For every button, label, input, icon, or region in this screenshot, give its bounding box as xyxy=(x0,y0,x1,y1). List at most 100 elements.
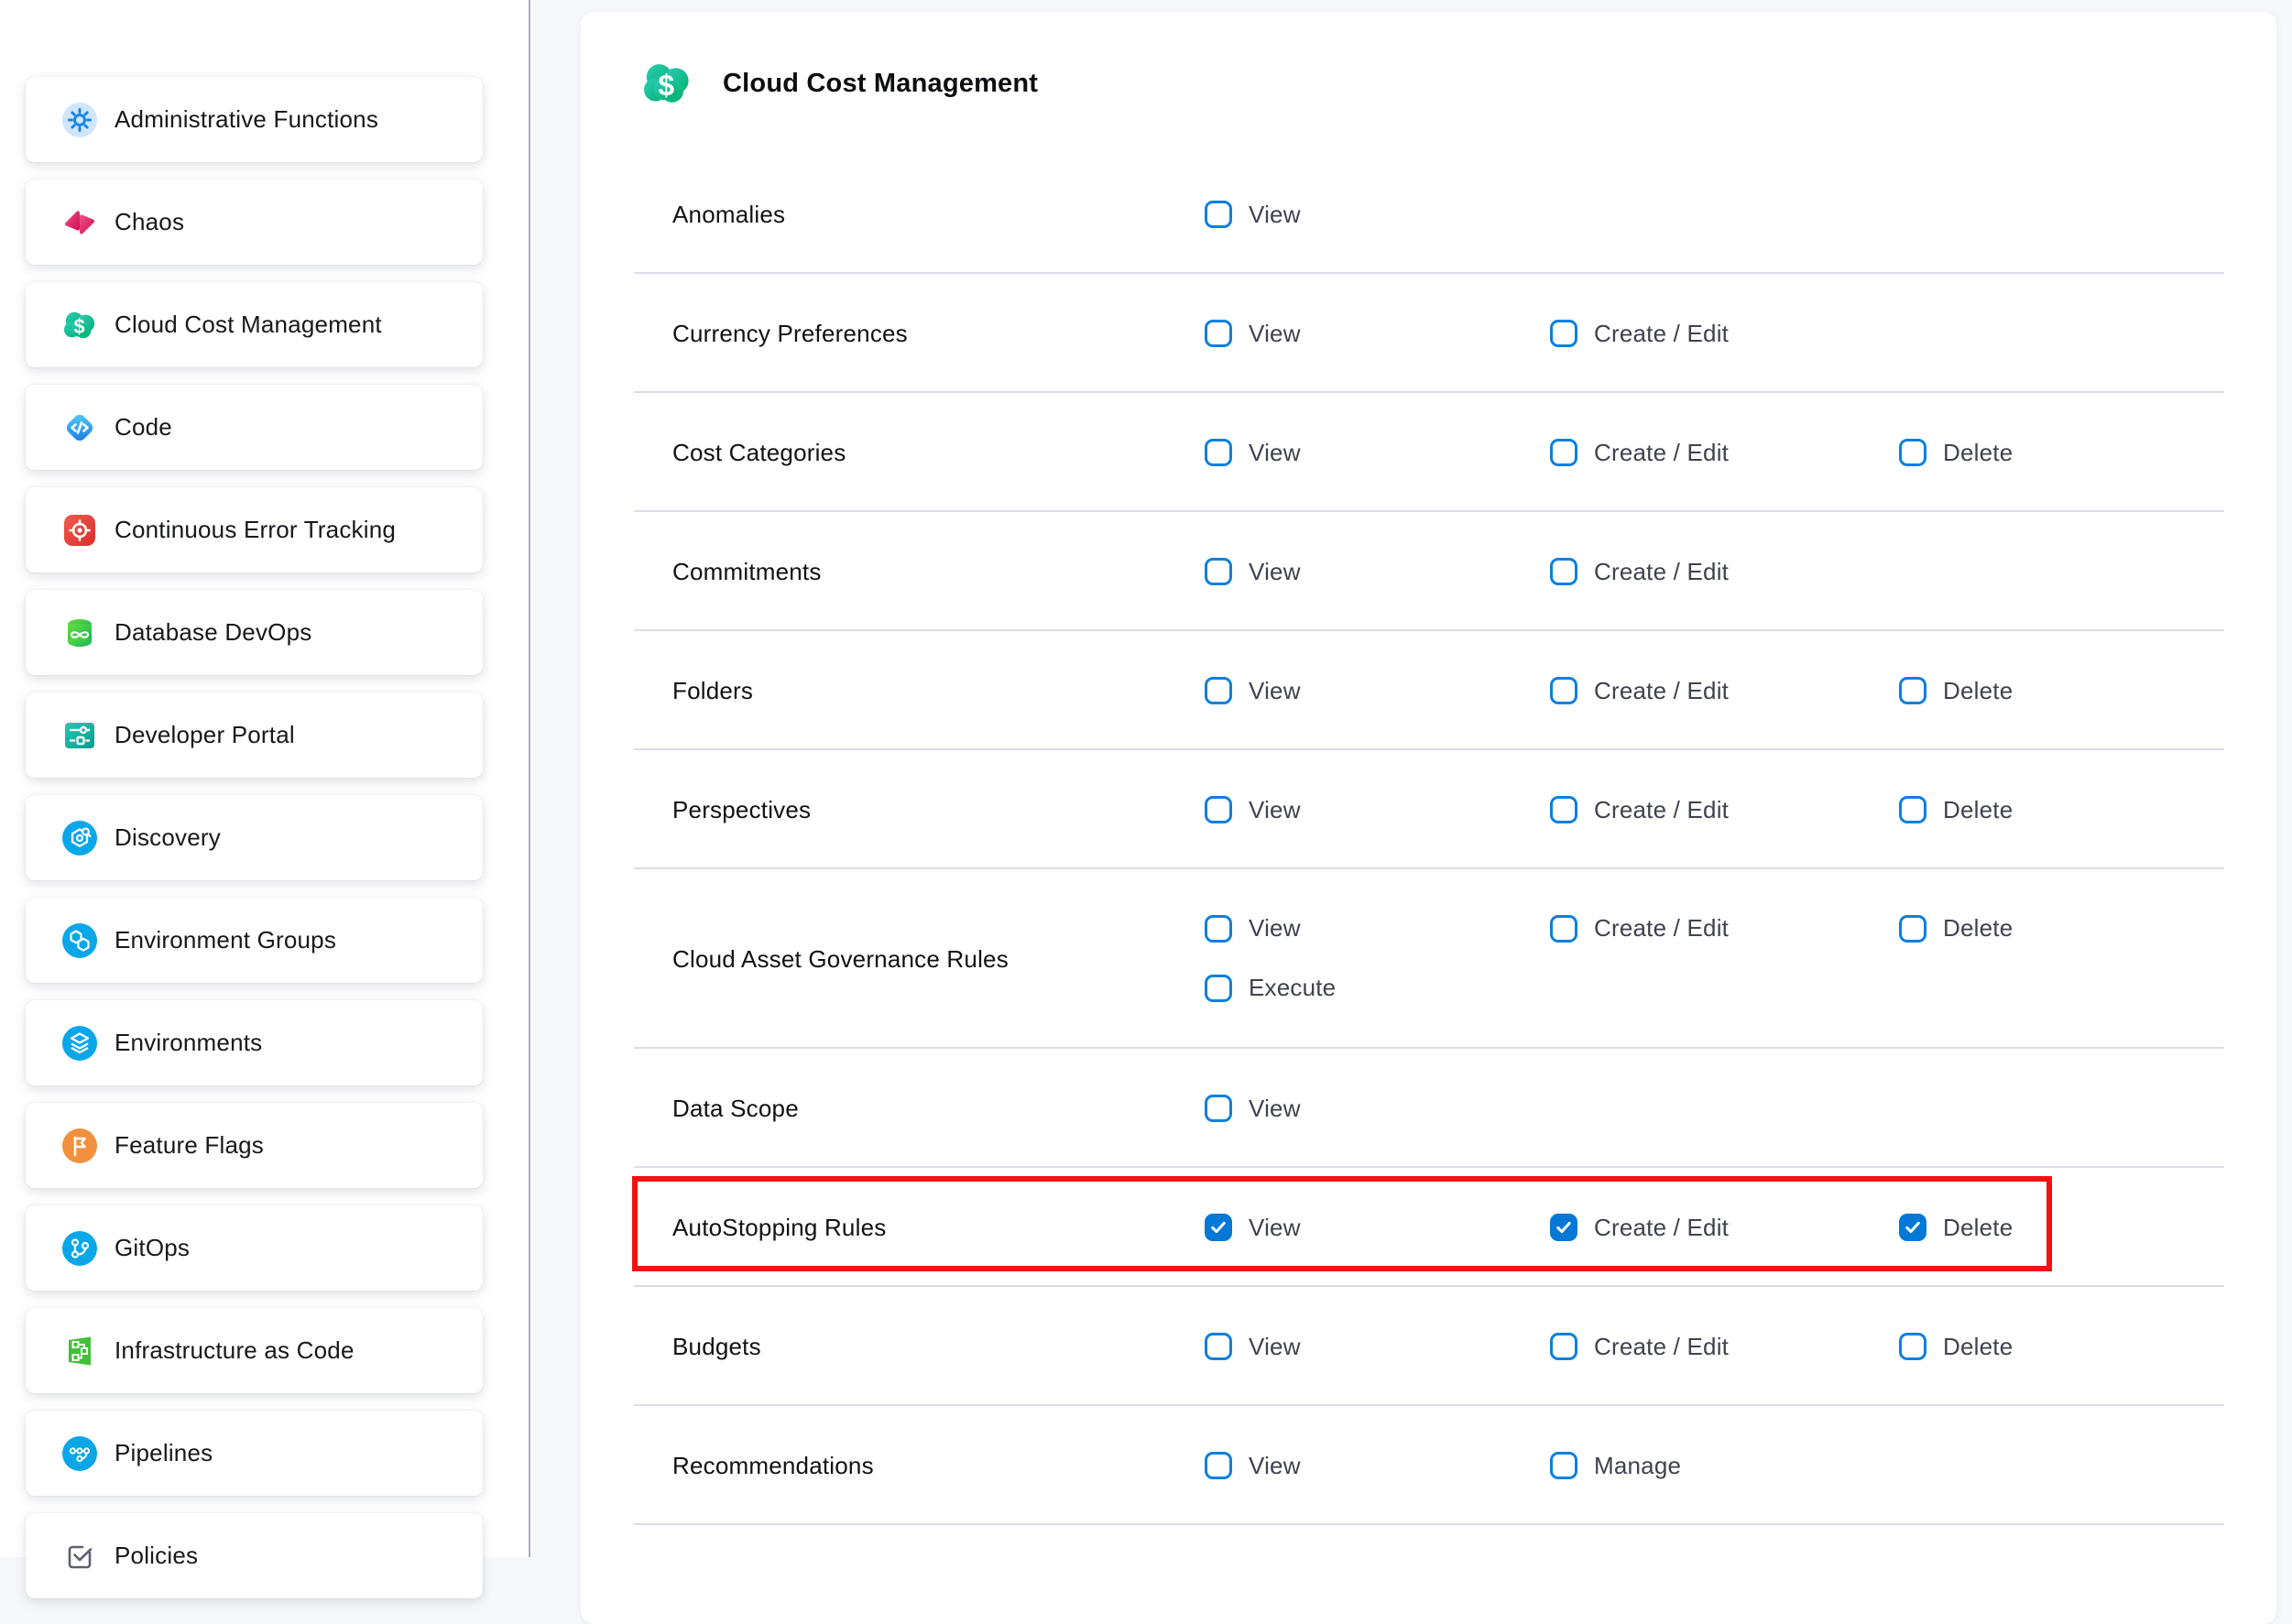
error-tracking-icon xyxy=(62,513,97,548)
view-checkbox[interactable] xyxy=(1205,320,1232,347)
delete-checkbox[interactable] xyxy=(1899,1214,1926,1241)
permission-option-create-edit: Create / Edit xyxy=(1550,1333,1899,1361)
permission-option-execute: Execute xyxy=(1205,974,1550,1002)
sidebar-item-label: GitOps xyxy=(115,1234,190,1262)
chaos-icon xyxy=(62,205,97,240)
sidebar-item-chaos[interactable]: Chaos xyxy=(26,180,483,265)
permission-col-1: View xyxy=(1205,1214,1550,1242)
view-checkbox[interactable] xyxy=(1205,796,1232,823)
permission-label: View xyxy=(1249,1452,1301,1480)
sidebar-item-database-devops[interactable]: Database DevOps xyxy=(26,590,483,675)
create-edit-checkbox[interactable] xyxy=(1550,677,1577,704)
sidebar-item-continuous-error-tracking[interactable]: Continuous Error Tracking xyxy=(26,487,483,572)
sidebar-item-discovery[interactable]: Discovery xyxy=(26,795,483,880)
permission-option-manage: Manage xyxy=(1550,1452,1899,1480)
permission-label: Delete xyxy=(1943,1333,2013,1361)
permission-option-delete: Delete xyxy=(1899,1333,2276,1361)
sidebar-item-infrastructure-as-code[interactable]: Infrastructure as Code xyxy=(26,1308,483,1393)
create-edit-checkbox[interactable] xyxy=(1550,796,1577,823)
permission-col-1: View xyxy=(1205,201,1550,229)
sidebar-item-label: Infrastructure as Code xyxy=(115,1336,355,1365)
permission-label: Create / Edit xyxy=(1594,558,1729,586)
sidebar-item-feature-flags[interactable]: Feature Flags xyxy=(26,1103,483,1188)
sidebar-item-label: Environments xyxy=(115,1029,262,1057)
resource-label: Cost Categories xyxy=(672,439,1205,467)
permission-row-currency-preferences: Currency Preferences View Create / Edit xyxy=(581,274,2276,393)
resource-label: AutoStopping Rules xyxy=(672,1214,1205,1242)
view-checkbox[interactable] xyxy=(1205,677,1232,704)
permission-label: Create / Edit xyxy=(1594,320,1729,348)
sidebar-item-label: Pipelines xyxy=(115,1439,213,1467)
sidebar-item-pipelines[interactable]: Pipelines xyxy=(26,1411,483,1496)
view-checkbox[interactable] xyxy=(1205,1333,1232,1360)
permission-row-cost-categories: Cost Categories View Create / Edit Delet… xyxy=(581,393,2276,512)
sidebar-item-policies[interactable]: Policies xyxy=(26,1513,483,1598)
execute-checkbox[interactable] xyxy=(1205,975,1232,1002)
permission-col-2: Create / Edit xyxy=(1550,1333,1899,1361)
permission-option-create-edit: Create / Edit xyxy=(1550,439,1899,467)
sidebar-item-label: Policies xyxy=(115,1542,198,1570)
permission-row-folders: Folders View Create / Edit Delete xyxy=(581,631,2276,750)
create-edit-checkbox[interactable] xyxy=(1550,558,1577,585)
view-checkbox[interactable] xyxy=(1205,201,1232,228)
permission-row-anomalies: Anomalies View xyxy=(581,155,2276,274)
feature-flags-icon xyxy=(62,1128,97,1163)
permission-label: Create / Edit xyxy=(1594,439,1729,467)
permission-col-2: Create / Edit xyxy=(1550,320,1899,348)
permission-option-delete: Delete xyxy=(1899,914,2276,943)
sidebar-item-label: Database DevOps xyxy=(115,618,311,647)
infrastructure-as-code-icon xyxy=(62,1334,97,1368)
sidebar-item-environment-groups[interactable]: Environment Groups xyxy=(26,898,483,983)
sidebar-item-gitops[interactable]: GitOps xyxy=(26,1205,483,1291)
sidebar-item-code[interactable]: Code xyxy=(26,385,483,470)
module-sidebar: Administrative Functions Chaos $ Cloud C… xyxy=(0,0,529,1557)
permission-option-view: View xyxy=(1205,1214,1550,1242)
resource-label: Data Scope xyxy=(672,1095,1205,1123)
permission-option-view: View xyxy=(1205,796,1550,824)
check-icon xyxy=(1555,1218,1573,1237)
delete-checkbox[interactable] xyxy=(1899,439,1926,466)
permission-option-view: View xyxy=(1205,558,1550,586)
view-checkbox[interactable] xyxy=(1205,439,1232,466)
permission-label: Delete xyxy=(1943,914,2013,943)
sidebar-item-cloud-cost-management[interactable]: $ Cloud Cost Management xyxy=(26,282,483,367)
delete-checkbox[interactable] xyxy=(1899,796,1926,823)
permission-col-3: Delete xyxy=(1899,869,2276,943)
permission-col-1: View xyxy=(1205,439,1550,467)
sidebar-item-environments[interactable]: Environments xyxy=(26,1000,483,1085)
check-icon xyxy=(1904,1218,1922,1237)
manage-checkbox[interactable] xyxy=(1550,1452,1577,1479)
main-panel: $ Cloud Cost Management Anomalies View C… xyxy=(530,0,2292,1557)
gear-icon xyxy=(62,103,97,137)
sidebar-item-label: Developer Portal xyxy=(115,721,295,749)
create-edit-checkbox[interactable] xyxy=(1550,1333,1577,1360)
permission-col-1: View xyxy=(1205,677,1550,705)
sidebar-item-label: Code xyxy=(115,413,172,441)
create-edit-checkbox[interactable] xyxy=(1550,439,1577,466)
create-edit-checkbox[interactable] xyxy=(1550,320,1577,347)
delete-checkbox[interactable] xyxy=(1899,677,1926,704)
create-edit-checkbox[interactable] xyxy=(1550,915,1577,943)
permission-option-delete: Delete xyxy=(1899,677,2276,705)
page-title: Cloud Cost Management xyxy=(723,69,1038,99)
sidebar-item-label: Cloud Cost Management xyxy=(115,311,382,339)
sidebar-item-developer-portal[interactable]: Developer Portal xyxy=(26,692,483,778)
view-checkbox[interactable] xyxy=(1205,915,1232,943)
permission-option-create-edit: Create / Edit xyxy=(1550,558,1899,586)
permission-label: View xyxy=(1249,914,1301,943)
permission-col-1: View xyxy=(1205,1333,1550,1361)
resource-label: Commitments xyxy=(672,558,1205,586)
permission-option-view: View xyxy=(1205,1333,1550,1361)
delete-checkbox[interactable] xyxy=(1899,1333,1926,1360)
delete-checkbox[interactable] xyxy=(1899,915,1926,943)
view-checkbox[interactable] xyxy=(1205,558,1232,585)
permission-option-view: View xyxy=(1205,201,1550,229)
view-checkbox[interactable] xyxy=(1205,1095,1232,1122)
environments-icon xyxy=(62,1026,97,1061)
view-checkbox[interactable] xyxy=(1205,1452,1232,1479)
permission-col-2: Manage xyxy=(1550,1452,1899,1480)
create-edit-checkbox[interactable] xyxy=(1550,1214,1577,1241)
permission-option-view: View xyxy=(1205,677,1550,705)
sidebar-item-administrative-functions[interactable]: Administrative Functions xyxy=(26,77,483,162)
view-checkbox[interactable] xyxy=(1205,1214,1232,1241)
